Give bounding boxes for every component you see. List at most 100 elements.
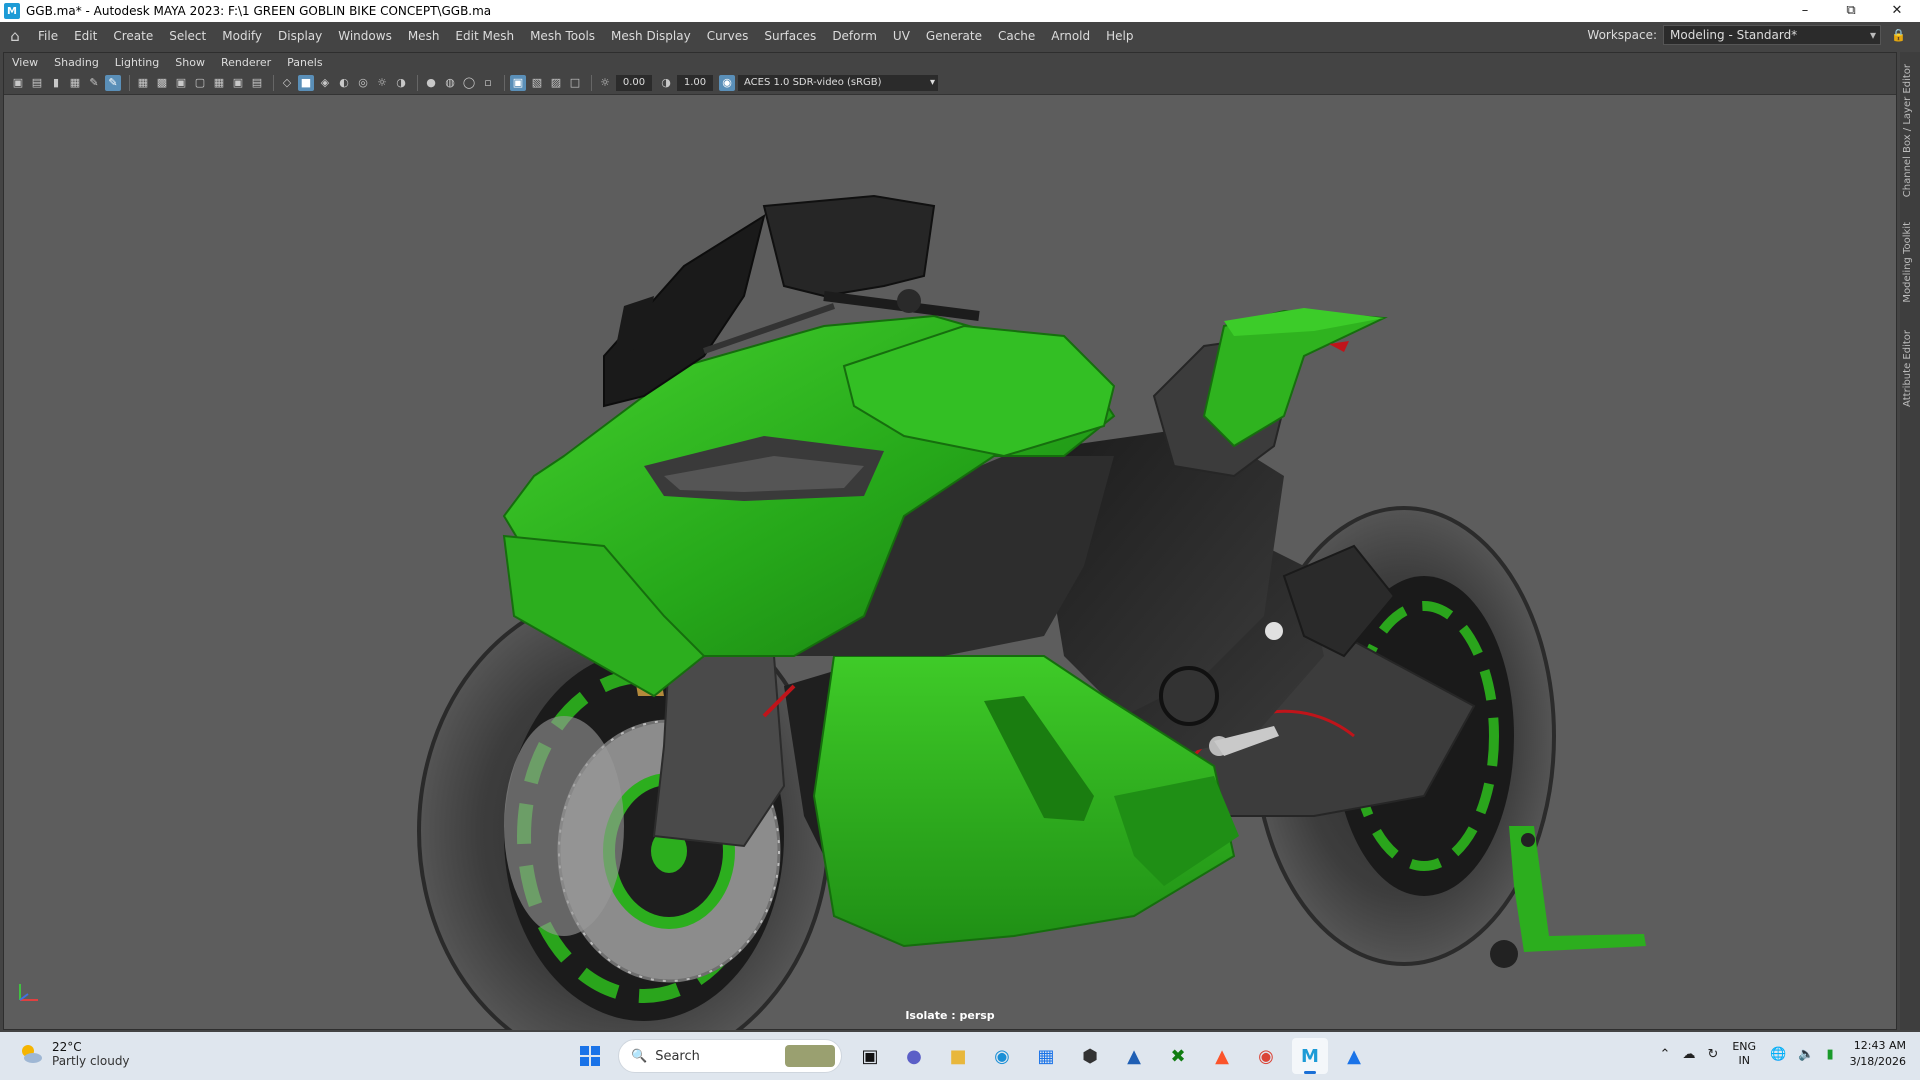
battery-icon[interactable]: ▮ bbox=[1826, 1047, 1833, 1062]
menu-edit[interactable]: Edit bbox=[66, 29, 105, 43]
chrome-icon[interactable]: ◉ bbox=[1248, 1038, 1284, 1074]
safe-title-icon[interactable]: ▤ bbox=[249, 75, 265, 91]
minimize-button[interactable]: – bbox=[1782, 0, 1828, 22]
anti-aliasing-icon[interactable]: ◯ bbox=[461, 75, 477, 91]
windows-start-icon[interactable] bbox=[572, 1038, 608, 1074]
menu-help[interactable]: Help bbox=[1098, 29, 1141, 43]
motorcycle-model[interactable] bbox=[4, 96, 1896, 1030]
shadows-icon[interactable]: ◑ bbox=[393, 75, 409, 91]
title-bar: M GGB.ma* - Autodesk MAYA 2023: F:\1 GRE… bbox=[0, 0, 1920, 22]
menu-generate[interactable]: Generate bbox=[918, 29, 990, 43]
resolution-gate-icon[interactable]: ▣ bbox=[173, 75, 189, 91]
bookmark-icon[interactable]: ▮ bbox=[48, 75, 64, 91]
tab-channel-box[interactable]: Channel Box / Layer Editor bbox=[1902, 64, 1913, 197]
image-plane-icon[interactable]: ▦ bbox=[67, 75, 83, 91]
menu-mesh[interactable]: Mesh bbox=[400, 29, 448, 43]
taskbar-search[interactable]: 🔍 Search bbox=[618, 1039, 842, 1073]
menu-uv[interactable]: UV bbox=[885, 29, 918, 43]
depth-of-field-icon[interactable]: ▫ bbox=[480, 75, 496, 91]
menu-file[interactable]: File bbox=[30, 29, 66, 43]
menu-mesh-display[interactable]: Mesh Display bbox=[603, 29, 699, 43]
language-indicator[interactable]: ENG IN bbox=[1732, 1040, 1756, 1068]
volume-icon[interactable]: 🔈 bbox=[1798, 1047, 1814, 1062]
menu-edit-mesh[interactable]: Edit Mesh bbox=[447, 29, 522, 43]
cloud-sync-icon[interactable]: ☁ bbox=[1682, 1047, 1695, 1062]
lock-icon[interactable]: 🔒 bbox=[1891, 28, 1906, 42]
menu-curves[interactable]: Curves bbox=[699, 29, 757, 43]
grease-pencil-icon[interactable]: ✎ bbox=[86, 75, 102, 91]
wireframe-on-shaded-icon[interactable]: ◈ bbox=[317, 75, 333, 91]
menu-select[interactable]: Select bbox=[161, 29, 214, 43]
colorspace-dropdown[interactable]: ACES 1.0 SDR-video (sRGB) ▾ bbox=[738, 74, 938, 91]
toolbar-separator bbox=[591, 74, 592, 91]
tab-modeling-toolkit[interactable]: Modeling Toolkit bbox=[1902, 222, 1913, 303]
smooth-shade-icon[interactable]: ■ bbox=[298, 74, 314, 91]
xray-icon[interactable]: ◎ bbox=[355, 75, 371, 91]
brave-icon[interactable]: ▲ bbox=[1204, 1038, 1240, 1074]
restore-button[interactable]: ⧉ bbox=[1828, 0, 1874, 22]
task-view-icon[interactable]: ▣ bbox=[852, 1038, 888, 1074]
menu-display[interactable]: Display bbox=[270, 29, 330, 43]
gamma-icon[interactable]: ◑ bbox=[658, 75, 674, 91]
wireframe-icon[interactable]: ◇ bbox=[279, 75, 295, 91]
frame-icon[interactable]: □ bbox=[567, 75, 583, 91]
xbox-icon[interactable]: ✖ bbox=[1160, 1038, 1196, 1074]
isolate-select-icon[interactable]: ▣ bbox=[510, 74, 526, 91]
menu-arnold[interactable]: Arnold bbox=[1043, 29, 1098, 43]
gamma-field[interactable]: 1.00 bbox=[677, 74, 713, 91]
workspace-label: Workspace: bbox=[1587, 28, 1658, 42]
panel-menu-view[interactable]: View bbox=[4, 56, 46, 69]
grid-icon[interactable]: ▦ bbox=[135, 75, 151, 91]
menu-cache[interactable]: Cache bbox=[990, 29, 1043, 43]
field-chart-icon[interactable]: ▦ bbox=[211, 75, 227, 91]
refresh-icon[interactable]: ↻ bbox=[1707, 1047, 1718, 1062]
unity-icon[interactable]: ⬢ bbox=[1072, 1038, 1108, 1074]
system-clock[interactable]: 12:43 AM 3/18/2026 bbox=[1850, 1038, 1906, 1070]
teams-icon[interactable]: ● bbox=[896, 1038, 932, 1074]
panel-menu-show[interactable]: Show bbox=[167, 56, 213, 69]
maya-taskbar-icon[interactable]: M bbox=[1292, 1038, 1328, 1074]
region-code: IN bbox=[1738, 1054, 1750, 1067]
motion-blur-icon[interactable]: ◍ bbox=[442, 75, 458, 91]
viewport-panel[interactable]: View Shading Lighting Show Renderer Pane… bbox=[3, 52, 1897, 1030]
file-explorer-icon[interactable]: ■ bbox=[940, 1038, 976, 1074]
tab-attribute-editor[interactable]: Attribute Editor bbox=[1902, 330, 1913, 407]
panel-menu-lighting[interactable]: Lighting bbox=[107, 56, 167, 69]
network-icon[interactable]: 🌐 bbox=[1770, 1047, 1786, 1062]
panel-menu-renderer[interactable]: Renderer bbox=[213, 56, 279, 69]
system-tray: ⌃ ☁ ↻ ENG IN 🌐 🔈 ▮ 12:43 AM 3/18/2026 bbox=[1654, 1038, 1906, 1070]
paddock-stand bbox=[1490, 826, 1646, 968]
xray-components-icon[interactable]: ▨ bbox=[548, 75, 564, 91]
xray-joints-icon[interactable]: ▧ bbox=[529, 75, 545, 91]
menu-surfaces[interactable]: Surfaces bbox=[756, 29, 824, 43]
menu-deform[interactable]: Deform bbox=[824, 29, 885, 43]
edge-icon[interactable]: ◉ bbox=[984, 1038, 1020, 1074]
menu-mesh-tools[interactable]: Mesh Tools bbox=[522, 29, 603, 43]
camera-icon[interactable]: ▣ bbox=[10, 75, 26, 91]
home-icon[interactable]: ⌂ bbox=[0, 27, 30, 45]
film-gate-icon[interactable]: ▩ bbox=[154, 75, 170, 91]
main-menu-bar: ⌂ File Edit Create Select Modify Display… bbox=[0, 22, 1920, 50]
autodesk-icon[interactable]: ▲ bbox=[1116, 1038, 1152, 1074]
store-icon[interactable]: ▦ bbox=[1028, 1038, 1064, 1074]
menu-modify[interactable]: Modify bbox=[214, 29, 270, 43]
workspace-dropdown[interactable]: Modeling - Standard* ▾ bbox=[1663, 25, 1882, 45]
chevron-up-icon[interactable]: ⌃ bbox=[1660, 1047, 1671, 1062]
gate-mask-icon[interactable]: ▢ bbox=[192, 75, 208, 91]
use-lights-icon[interactable]: ☼ bbox=[374, 75, 390, 91]
exposure-field[interactable]: 0.00 bbox=[616, 74, 652, 91]
close-button[interactable]: ✕ bbox=[1874, 0, 1920, 22]
color-management-icon[interactable]: ◉ bbox=[719, 74, 735, 91]
panel-menu-shading[interactable]: Shading bbox=[46, 56, 107, 69]
pen-icon[interactable]: ✎ bbox=[105, 74, 121, 91]
ambient-occlusion-icon[interactable]: ● bbox=[423, 75, 439, 91]
camera-attributes-icon[interactable]: ▤ bbox=[29, 75, 45, 91]
panel-menu-panels[interactable]: Panels bbox=[279, 56, 330, 69]
weather-widget[interactable]: 22°C Partly cloudy bbox=[18, 1040, 130, 1068]
photos-icon[interactable]: ▲ bbox=[1336, 1038, 1372, 1074]
exposure-icon[interactable]: ☼ bbox=[597, 75, 613, 91]
textured-icon[interactable]: ◐ bbox=[336, 75, 352, 91]
safe-action-icon[interactable]: ▣ bbox=[230, 75, 246, 91]
menu-create[interactable]: Create bbox=[105, 29, 161, 43]
menu-windows[interactable]: Windows bbox=[330, 29, 400, 43]
